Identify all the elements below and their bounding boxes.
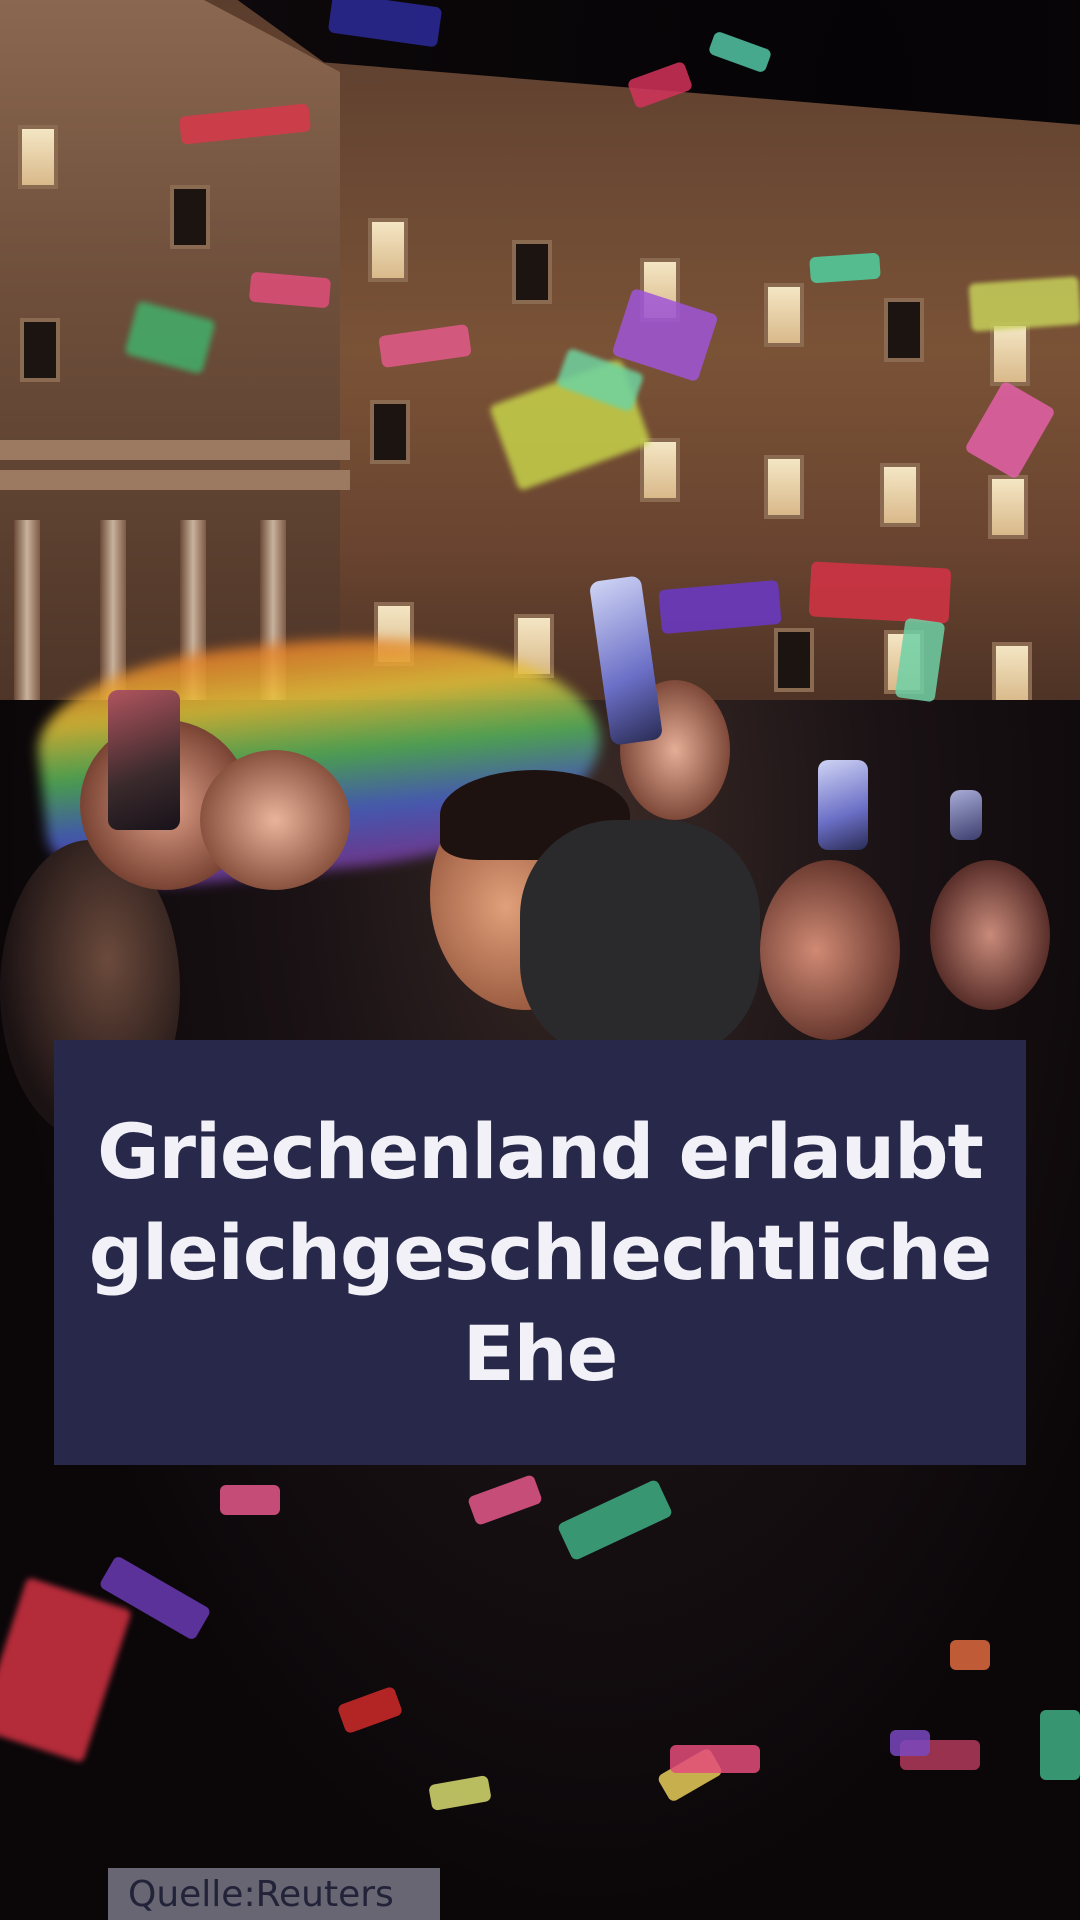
source-name: Reuters (255, 1873, 394, 1915)
headline: Griechenland erlaubt gleichgeschlechtlic… (88, 1101, 992, 1404)
headline-line-2: gleichgeschlechtliche (88, 1208, 992, 1297)
building-window (368, 218, 408, 282)
man-jacket (520, 820, 760, 1060)
confetti (808, 561, 952, 624)
source-credit: Quelle: Reuters (108, 1868, 440, 1920)
building-cornice (0, 440, 350, 460)
headline-banner: Griechenland erlaubt gleichgeschlechtlic… (54, 1040, 1026, 1465)
woman-face (760, 860, 900, 1040)
headline-line-3: Ehe (462, 1309, 619, 1398)
smartphone (108, 690, 180, 830)
building-column (14, 520, 40, 700)
raised-hand (200, 750, 350, 890)
building-window (774, 628, 814, 692)
background-photo (0, 0, 1080, 1920)
building-window (990, 322, 1030, 386)
building-window (884, 298, 924, 362)
confetti (890, 1730, 930, 1756)
building-window (18, 125, 58, 189)
smartphone (950, 790, 982, 840)
headline-line-1: Griechenland erlaubt (97, 1107, 984, 1196)
confetti (1040, 1710, 1080, 1780)
building-window (370, 400, 410, 464)
confetti (950, 1640, 990, 1670)
building-window (988, 475, 1028, 539)
confetti (670, 1745, 760, 1773)
building-window (992, 642, 1032, 706)
building-window (764, 283, 804, 347)
building-cornice (0, 470, 350, 490)
building-window (20, 318, 60, 382)
building-window (170, 185, 210, 249)
person-face (930, 860, 1050, 1010)
building-window (640, 438, 680, 502)
smartphone (818, 760, 868, 850)
confetti (220, 1485, 280, 1515)
source-label: Quelle: (128, 1873, 256, 1915)
building-window (512, 240, 552, 304)
confetti (809, 252, 881, 284)
confetti (968, 276, 1080, 332)
building-window (764, 455, 804, 519)
building-window (880, 463, 920, 527)
